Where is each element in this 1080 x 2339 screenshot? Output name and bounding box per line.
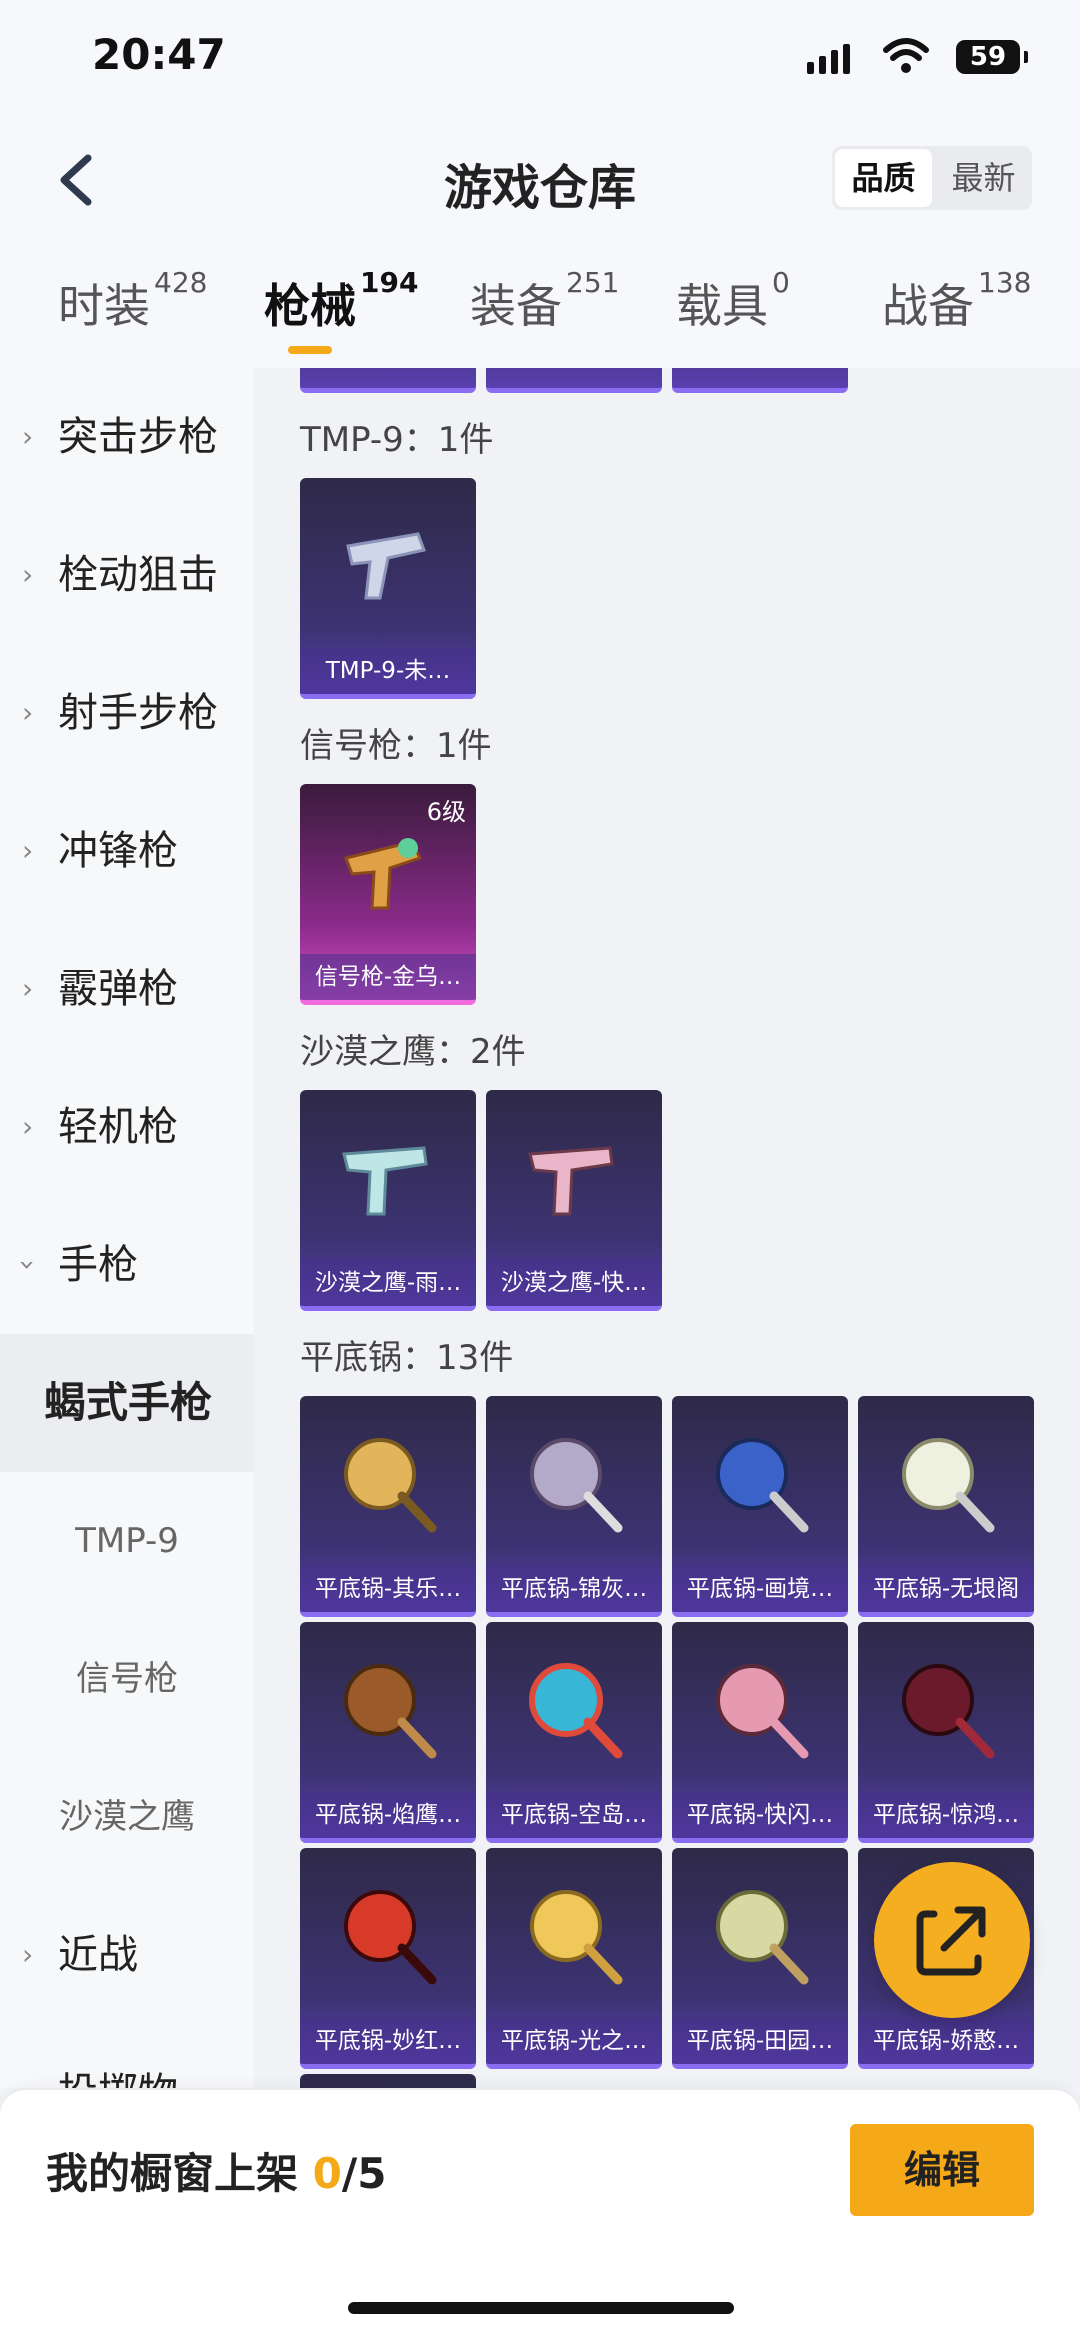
item-name: 平底锅-妙红… [300, 2018, 476, 2064]
tab-fashion[interactable]: 时装 428 [58, 266, 207, 336]
sidebar-item-assault-rifle[interactable]: › 突击步枪 [0, 368, 254, 506]
item-card[interactable]: 平底锅-焰鹰… [300, 1622, 476, 1843]
wifi-icon [883, 38, 929, 73]
section-title: 信号枪：1件 [300, 726, 492, 766]
tab-vehicles[interactable]: 载具 0 [676, 266, 790, 336]
item-card[interactable] [300, 2074, 476, 2088]
tab-supplies[interactable]: 战备 138 [882, 266, 1031, 336]
item-card[interactable]: 6级 信号枪-金乌… [300, 784, 476, 1005]
section-title: 沙漠之鹰：2件 [300, 1032, 526, 1072]
item-card[interactable]: 平底锅-田园… [672, 1848, 848, 2069]
pan-icon [344, 1890, 437, 1985]
pan-icon [530, 1890, 623, 1985]
item-card[interactable] [300, 368, 476, 393]
signal-icon [807, 44, 850, 74]
item-name: TMP-9-未… [300, 648, 476, 694]
battery-icon: 59 [956, 40, 1028, 74]
tab-equipment[interactable]: 装备 251 [470, 266, 619, 336]
chevron-right-icon: › [22, 420, 34, 453]
item-card[interactable]: 平底锅-其乐… [300, 1396, 476, 1617]
item-name: 平底锅-惊鸿… [858, 1792, 1034, 1838]
item-card[interactable]: 平底锅-光之… [486, 1848, 662, 2069]
pan-icon [902, 1438, 995, 1533]
chevron-right-icon: › [22, 696, 34, 729]
share-icon [916, 1906, 986, 1976]
item-card[interactable] [486, 368, 662, 393]
sidebar-item-desert-eagle[interactable]: 沙漠之鹰 [0, 1748, 254, 1886]
chevron-right-icon: › [22, 558, 34, 591]
header: 游戏仓库 品质 最新 [0, 120, 1080, 240]
item-name: 平底锅-快闪… [672, 1792, 848, 1838]
sort-quality-button[interactable]: 品质 [835, 149, 932, 207]
active-tab-indicator [288, 346, 332, 354]
item-name: 平底锅-田园… [672, 2018, 848, 2064]
section-title: TMP-9：1件 [300, 420, 494, 460]
home-indicator [348, 2302, 734, 2314]
pan-icon [902, 1664, 995, 1759]
gun-icon [342, 1146, 428, 1216]
item-card[interactable]: 平底锅-锦灰… [486, 1396, 662, 1617]
item-card[interactable]: 平底锅-妙红… [300, 1848, 476, 2069]
item-name: 平底锅-娇憨… [858, 2018, 1034, 2064]
pan-icon [344, 1438, 437, 1533]
edit-button[interactable]: 编辑 [850, 2124, 1034, 2216]
share-button[interactable] [874, 1862, 1030, 2018]
chevron-right-icon: › [22, 2024, 33, 2088]
item-name: 平底锅-画境… [672, 1566, 848, 1612]
sidebar-item-scorpion-pistol[interactable]: 蝎式手枪 [0, 1334, 254, 1472]
item-card[interactable]: 平底锅-快闪… [672, 1622, 848, 1843]
item-card[interactable]: 沙漠之鹰-雨… [300, 1090, 476, 1311]
pan-icon [529, 1663, 623, 1759]
sort-newest-button[interactable]: 最新 [935, 146, 1032, 210]
item-name: 平底锅-光之… [486, 2018, 662, 2064]
sidebar-item-pistol[interactable]: › 手枪 [0, 1196, 254, 1334]
pan-icon [716, 1890, 809, 1985]
showcase-count: 我的橱窗上架 0/5 [46, 2149, 387, 2198]
category-tabs: 时装 428 枪械 194 装备 251 载具 0 战备 138 [0, 240, 1080, 368]
sidebar-item-flare-gun[interactable]: 信号枪 [0, 1610, 254, 1748]
item-card[interactable] [672, 368, 848, 393]
sidebar: › 突击步枪 › 栓动狙击 › 射手步枪 › 冲锋枪 › 霰弹枪 › 轻机枪 › 手枪 蝎式手… [0, 368, 254, 2088]
sidebar-item-bolt-sniper[interactable]: › 栓动狙击 [0, 506, 254, 644]
item-card[interactable]: TMP-9-未… [300, 478, 476, 699]
sidebar-item-lmg[interactable]: › 轻机枪 [0, 1058, 254, 1196]
sidebar-item-throwables[interactable]: ›投掷物 [0, 2024, 254, 2088]
item-name: 平底锅-其乐… [300, 1566, 476, 1612]
item-card[interactable]: 平底锅-惊鸿… [858, 1622, 1034, 1843]
section-title: 平底锅：13件 [300, 1338, 514, 1378]
pan-icon [716, 1438, 809, 1533]
sidebar-item-marksman-rifle[interactable]: › 射手步枪 [0, 644, 254, 782]
flare-gun-icon [344, 838, 423, 910]
item-name: 信号枪-金乌… [300, 954, 476, 1000]
item-card[interactable]: 平底锅-画境… [672, 1396, 848, 1617]
sort-toggle: 品质 最新 [832, 146, 1032, 210]
item-card[interactable]: 平底锅-无垠阁 [858, 1396, 1034, 1617]
item-name: 平底锅-锦灰… [486, 1566, 662, 1612]
status-bar: 20:47 59 [0, 0, 1080, 120]
chevron-right-icon: › [22, 972, 34, 1005]
item-name: 平底锅-无垠阁 [858, 1566, 1034, 1612]
clock: 20:47 [92, 30, 226, 79]
pan-icon [530, 1438, 623, 1533]
item-name: 沙漠之鹰-快… [486, 1260, 662, 1306]
item-grid: TMP-9：1件 TMP-9-未… 信号枪：1件 6级 信号枪-金乌… 沙漠之鹰… [254, 368, 1080, 2088]
pan-icon [344, 1664, 437, 1759]
sidebar-item-tmp9[interactable]: TMP-9 [0, 1472, 254, 1610]
bottom-bar: 我的橱窗上架 0/5 编辑 [0, 2090, 1080, 2339]
item-name: 平底锅-焰鹰… [300, 1792, 476, 1838]
item-name: 平底锅-空岛… [486, 1792, 662, 1838]
sidebar-item-smg[interactable]: › 冲锋枪 [0, 782, 254, 920]
tab-firearms[interactable]: 枪械 194 [264, 266, 418, 336]
chevron-right-icon: › [22, 1938, 34, 1971]
item-card[interactable]: 沙漠之鹰-快… [486, 1090, 662, 1311]
chevron-right-icon: › [22, 1110, 34, 1143]
gun-icon [528, 1146, 614, 1216]
sidebar-item-shotgun[interactable]: › 霰弹枪 [0, 920, 254, 1058]
item-card[interactable]: 平底锅-空岛… [486, 1622, 662, 1843]
gun-icon [346, 532, 427, 600]
sidebar-item-melee[interactable]: › 近战 [0, 1886, 254, 2024]
chevron-right-icon: › [22, 834, 34, 867]
pan-icon [716, 1664, 809, 1759]
item-name: 沙漠之鹰-雨… [300, 1260, 476, 1306]
